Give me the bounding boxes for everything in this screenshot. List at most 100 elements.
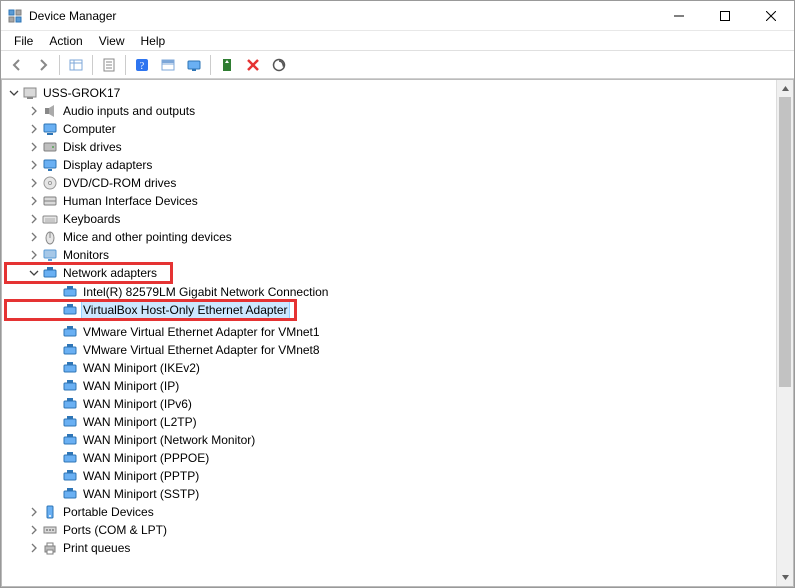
tree-device-label: VMware Virtual Ethernet Adapter for VMne… [82, 341, 321, 359]
tree-category-keyboard[interactable]: Keyboards [6, 210, 793, 228]
chevron-right-icon[interactable] [26, 522, 42, 538]
tree-device-node[interactable]: WAN Miniport (SSTP) [6, 485, 793, 503]
dvd-icon [42, 175, 58, 191]
chevron-right-icon[interactable] [26, 211, 42, 227]
chevron-down-icon[interactable] [26, 265, 42, 281]
menu-action[interactable]: Action [42, 33, 89, 49]
chevron-right-icon[interactable] [26, 229, 42, 245]
tree-device-label: WAN Miniport (IP) [82, 377, 180, 395]
device-tree[interactable]: USS-GROK17Audio inputs and outputsComput… [6, 84, 793, 557]
spacer [46, 324, 62, 340]
chevron-down-icon[interactable] [6, 85, 22, 101]
titlebar: Device Manager [1, 1, 794, 31]
tree-category-disk[interactable]: Disk drives [6, 138, 793, 156]
spacer [46, 432, 62, 448]
minimize-button[interactable] [656, 1, 702, 30]
tree-device-node[interactable]: WAN Miniport (Network Monitor) [6, 431, 793, 449]
tree-device-node[interactable]: WAN Miniport (IKEv2) [6, 359, 793, 377]
properties-button[interactable] [97, 53, 121, 77]
tree-category-computer[interactable]: Computer [6, 120, 793, 138]
tree-category-audio[interactable]: Audio inputs and outputs [6, 102, 793, 120]
show-hidden-button[interactable] [64, 53, 88, 77]
spacer [46, 302, 62, 318]
tree-device-label: WAN Miniport (PPTP) [82, 467, 200, 485]
menu-file[interactable]: File [7, 33, 40, 49]
tree-device-label: WAN Miniport (Network Monitor) [82, 431, 256, 449]
tree-category-label: Disk drives [62, 138, 123, 156]
close-button[interactable] [748, 1, 794, 30]
spacer [46, 450, 62, 466]
tree-device-label: WAN Miniport (PPPOE) [82, 449, 210, 467]
chevron-right-icon[interactable] [26, 247, 42, 263]
network-adapter-icon [62, 360, 78, 376]
display-icon [42, 157, 58, 173]
tree-device-label: VMware Virtual Ethernet Adapter for VMne… [82, 323, 321, 341]
tree-category-ports[interactable]: Ports (COM & LPT) [6, 521, 793, 539]
device-tree-pane[interactable]: USS-GROK17Audio inputs and outputsComput… [1, 79, 794, 587]
tree-root-label: USS-GROK17 [42, 84, 121, 102]
disable-button[interactable] [241, 53, 265, 77]
tree-device-node[interactable]: VMware Virtual Ethernet Adapter for VMne… [6, 323, 793, 341]
tree-category-mouse[interactable]: Mice and other pointing devices [6, 228, 793, 246]
spacer [46, 396, 62, 412]
tree-category-label: Keyboards [62, 210, 121, 228]
tree-device-node[interactable]: WAN Miniport (IPv6) [6, 395, 793, 413]
spacer [46, 486, 62, 502]
tree-category-network[interactable]: Network adapters [6, 264, 171, 282]
chevron-right-icon[interactable] [26, 175, 42, 191]
uninstall-button[interactable] [215, 53, 239, 77]
back-button[interactable] [5, 53, 29, 77]
menu-view[interactable]: View [92, 33, 132, 49]
tree-device-node[interactable]: WAN Miniport (PPPOE) [6, 449, 793, 467]
chevron-right-icon[interactable] [26, 157, 42, 173]
tree-device-node[interactable]: VirtualBox Host-Only Ethernet Adapter [6, 301, 295, 319]
tree-device-label: WAN Miniport (IPv6) [82, 395, 193, 413]
tree-category-print[interactable]: Print queues [6, 539, 793, 557]
tree-category-label: Ports (COM & LPT) [62, 521, 168, 539]
chevron-right-icon[interactable] [26, 193, 42, 209]
tree-category-label: Monitors [62, 246, 110, 264]
network-adapter-icon [62, 450, 78, 466]
update-driver-button[interactable] [182, 53, 206, 77]
scroll-track[interactable] [777, 97, 793, 569]
mouse-icon [42, 229, 58, 245]
tree-category-label: Portable Devices [62, 503, 155, 521]
tree-category-hid[interactable]: Human Interface Devices [6, 192, 793, 210]
tree-category-portable[interactable]: Portable Devices [6, 503, 793, 521]
chevron-right-icon[interactable] [26, 121, 42, 137]
toolbar-separator [59, 55, 60, 75]
spacer [46, 378, 62, 394]
tree-category-display[interactable]: Display adapters [6, 156, 793, 174]
tree-category-label: Network adapters [62, 264, 158, 282]
tree-category-monitor[interactable]: Monitors [6, 246, 793, 264]
tree-root-node[interactable]: USS-GROK17 [6, 84, 793, 102]
chevron-right-icon[interactable] [26, 540, 42, 556]
maximize-button[interactable] [702, 1, 748, 30]
tree-device-node[interactable]: Intel(R) 82579LM Gigabit Network Connect… [6, 283, 793, 301]
help-button[interactable]: ? [130, 53, 154, 77]
tree-device-node[interactable]: VMware Virtual Ethernet Adapter for VMne… [6, 341, 793, 359]
print-icon [42, 540, 58, 556]
chevron-right-icon[interactable] [26, 504, 42, 520]
vertical-scrollbar[interactable] [776, 80, 793, 586]
menu-help[interactable]: Help [134, 33, 173, 49]
forward-button[interactable] [31, 53, 55, 77]
tree-device-node[interactable]: WAN Miniport (L2TP) [6, 413, 793, 431]
network-adapter-icon [62, 342, 78, 358]
scroll-down-button[interactable] [777, 569, 793, 586]
disk-icon [42, 139, 58, 155]
chevron-right-icon[interactable] [26, 139, 42, 155]
computer-icon [22, 85, 38, 101]
chevron-right-icon[interactable] [26, 103, 42, 119]
toolbar-separator [92, 55, 93, 75]
spacer [46, 468, 62, 484]
scroll-up-button[interactable] [777, 80, 793, 97]
tree-device-node[interactable]: WAN Miniport (PPTP) [6, 467, 793, 485]
action-view-button[interactable] [156, 53, 180, 77]
tree-device-label: Intel(R) 82579LM Gigabit Network Connect… [82, 283, 329, 301]
scan-hardware-button[interactable] [267, 53, 291, 77]
tree-category-dvd[interactable]: DVD/CD-ROM drives [6, 174, 793, 192]
scroll-thumb[interactable] [779, 97, 791, 387]
tree-device-node[interactable]: WAN Miniport (IP) [6, 377, 793, 395]
tree-category-label: Computer [62, 120, 117, 138]
